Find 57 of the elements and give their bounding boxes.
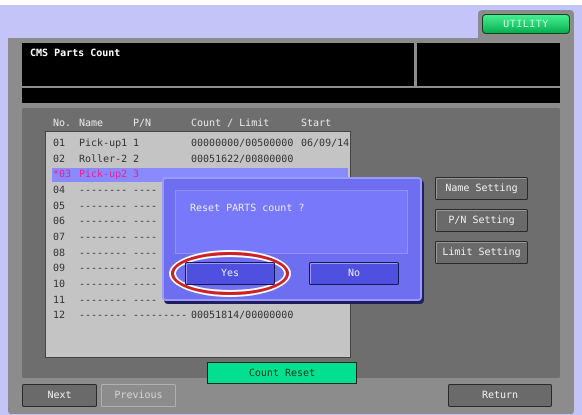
table-cell-text: ---- bbox=[132, 246, 158, 261]
table-row[interactable]: 12 -------- --------- 00051814/00000000 bbox=[52, 308, 350, 324]
table-cell-text: ---- bbox=[132, 184, 158, 198]
table-cell-text: 09 bbox=[52, 262, 66, 276]
column-header: No. bbox=[52, 116, 72, 130]
table-cell-text: Pick-up1 bbox=[78, 136, 128, 151]
table-cell-text: -------- bbox=[78, 262, 128, 276]
table-cell-text: 05 bbox=[52, 200, 66, 214]
table-cell-text: 07 bbox=[52, 230, 66, 245]
screen-title: CMS Parts Count bbox=[30, 48, 120, 59]
table-cell-text: 11 bbox=[52, 294, 66, 308]
nav-button[interactable]: Next bbox=[22, 384, 97, 407]
table-cell-text: ---- bbox=[132, 230, 158, 245]
table-row[interactable]: 02 Roller-2 2 00051622/00800000 bbox=[52, 152, 350, 168]
table-cell-text: -------- bbox=[78, 230, 128, 245]
table-cell-text: 02 bbox=[52, 152, 66, 167]
column-header: Count / Limit bbox=[190, 116, 270, 130]
table-cell-text: 04 bbox=[52, 184, 66, 198]
return-button[interactable]: Return bbox=[448, 384, 552, 407]
table-cell-text: 1 bbox=[132, 136, 140, 151]
table-cell-text: ---- bbox=[132, 278, 158, 292]
table-cell-text: -------- bbox=[78, 294, 128, 308]
table-cell-text: Roller-2 bbox=[78, 152, 128, 167]
table-cell-text: 12 bbox=[52, 309, 66, 324]
table-cell-text: -------- bbox=[78, 278, 128, 292]
table-cell: Pick-up2 bbox=[78, 168, 132, 182]
column-header: Name bbox=[78, 116, 104, 130]
dialog-button[interactable]: Yes bbox=[185, 262, 275, 285]
table-cell-text: ---- bbox=[132, 200, 158, 214]
table-cell-text: ---- bbox=[132, 294, 158, 308]
table-cell: 06/09/14 bbox=[300, 136, 348, 151]
setting-button[interactable]: Name Setting bbox=[435, 177, 528, 200]
dialog-button[interactable]: No bbox=[309, 262, 399, 285]
table-cell-text: ---- bbox=[132, 262, 158, 276]
table-cell-text: 08 bbox=[52, 246, 66, 261]
table-cell-text: 06 bbox=[52, 215, 66, 230]
table-cell-text: 01 bbox=[52, 136, 66, 151]
table-cell-text: -------- bbox=[78, 215, 128, 230]
table-cell-text: --------- bbox=[132, 309, 188, 324]
table-cell-text: -------- bbox=[78, 200, 128, 214]
table-cell-text: -------- bbox=[78, 184, 128, 198]
count-reset-button[interactable]: Count Reset bbox=[207, 362, 357, 384]
setting-button[interactable]: P/N Setting bbox=[435, 209, 528, 232]
table-cell-text: -------- bbox=[78, 246, 128, 261]
table-row[interactable]: 01 Pick-up1 1 00000000/00500000 06/09/14 bbox=[52, 136, 350, 152]
table-cell-text: 00051814/00000000 bbox=[190, 309, 294, 324]
column-header: Start bbox=[300, 116, 332, 130]
table-cell-text: 2 bbox=[132, 152, 140, 167]
column-header: P/N bbox=[132, 116, 152, 130]
table-cell-text: -------- bbox=[78, 309, 128, 324]
table-cell-text: 00051622/00800000 bbox=[190, 152, 294, 167]
table-cell-text: 00000000/00500000 bbox=[190, 136, 294, 151]
setting-button[interactable]: Limit Setting bbox=[435, 241, 528, 264]
dialog-message: Reset PARTS count ? bbox=[190, 203, 304, 214]
table-cell: *03 bbox=[52, 168, 78, 182]
table-cell-text: 10 bbox=[52, 278, 66, 292]
table-cell-text: ---- bbox=[132, 215, 158, 230]
